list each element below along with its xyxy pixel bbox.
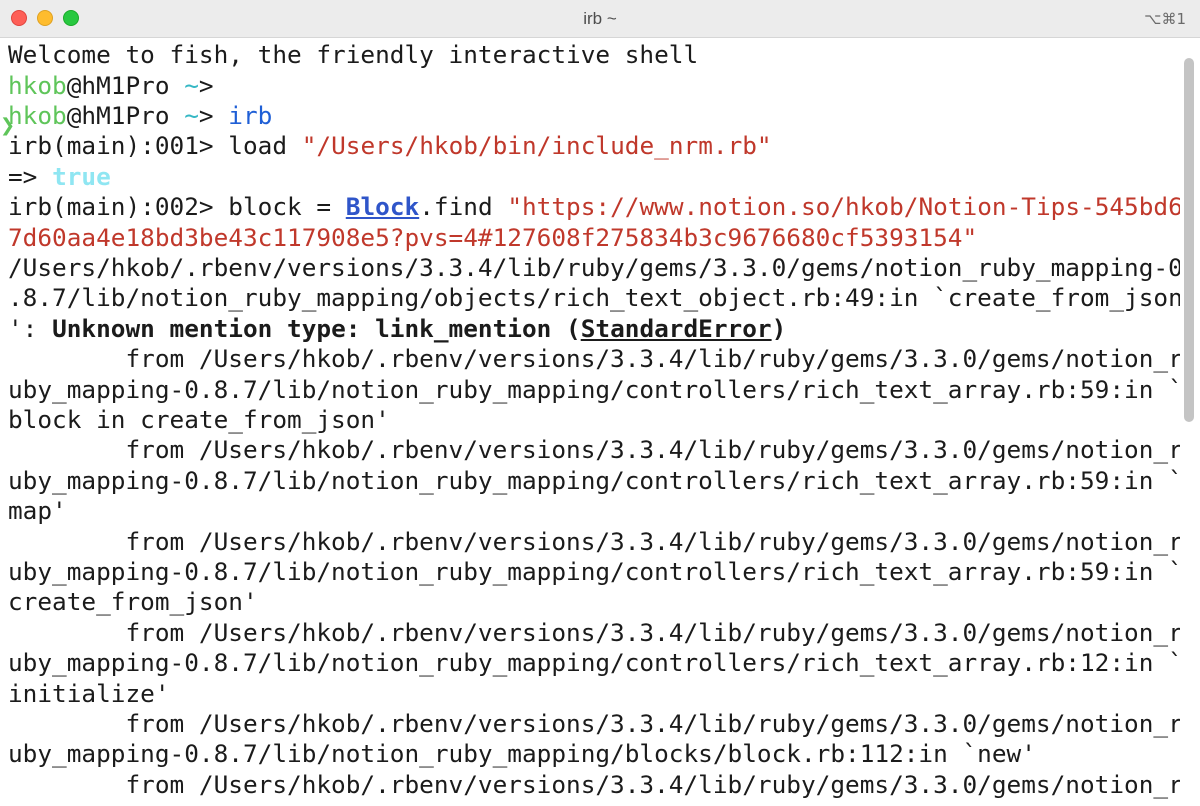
error-message-line: ': Unknown mention type: link_mention (S… [8, 314, 786, 344]
trace-line: block in create_from_json' [8, 405, 390, 434]
irb-command: irb [228, 101, 273, 130]
block-find: .find [419, 192, 508, 221]
prompt-arrow: > [198, 71, 229, 100]
prompt-cwd: ~ [184, 101, 199, 130]
block-assign: block = [228, 192, 346, 221]
trace-line: map' [8, 496, 67, 525]
trace-line: from /Users/hkob/.rbenv/versions/3.3.4/l… [8, 770, 1180, 799]
prompt-user: hkob [8, 101, 67, 130]
trace-line: create_from_json' [8, 587, 258, 616]
prompt-host: @hM1Pro [66, 101, 185, 130]
trace-line: from /Users/hkob/.rbenv/versions/3.3.4/l… [8, 344, 1180, 373]
welcome-line: Welcome to fish, the friendly interactiv… [8, 40, 699, 69]
trace-line: initialize' [8, 679, 170, 708]
irb-prompt: irb(main):001> [8, 131, 229, 160]
irb-result-line: => true [8, 162, 111, 192]
trace-line: from /Users/hkob/.rbenv/versions/3.3.4/l… [8, 618, 1180, 647]
prompt-arrow: > [198, 101, 229, 130]
error-close-paren: ) [771, 314, 787, 343]
trace-line: from /Users/hkob/.rbenv/versions/3.3.4/l… [8, 709, 1180, 738]
error-prefix: ': [8, 314, 53, 343]
error-class: StandardError [580, 314, 772, 343]
terminal-window: irb ~ ⌥⌘1 ❯ Welcome to fish, the friendl… [0, 0, 1200, 806]
prompt-cwd: ~ [184, 71, 199, 100]
url-string-part1: "https://www.notion.so/hkob/Notion-Tips-… [507, 192, 1180, 221]
vertical-scrollbar[interactable] [1184, 58, 1194, 422]
prompt-user: hkob [8, 71, 67, 100]
load-keyword: load [228, 131, 302, 160]
error-line-2: .8.7/lib/notion_ruby_mapping/objects/ric… [8, 283, 1180, 312]
block-class: Block [345, 192, 420, 221]
trace-line: uby_mapping-0.8.7/lib/notion_ruby_mappin… [8, 375, 1180, 404]
result-true: true [52, 162, 111, 191]
window-title: irb ~ [583, 9, 617, 28]
error-message: Unknown mention type: link_mention ( [52, 314, 581, 343]
url-string-part2: 7d60aa4e18bd3be43c117908e5?pvs=4#127608f… [8, 223, 978, 252]
title-bar[interactable]: irb ~ ⌥⌘1 [0, 0, 1200, 38]
prompt-host: @hM1Pro [66, 71, 185, 100]
trace-line: from /Users/hkob/.rbenv/versions/3.3.4/l… [8, 435, 1180, 464]
result-arrow: => [8, 162, 53, 191]
trace-line: uby_mapping-0.8.7/lib/notion_ruby_mappin… [8, 557, 1180, 586]
trace-line: uby_mapping-0.8.7/lib/notion_ruby_mappin… [8, 648, 1180, 677]
irb-block-line: irb(main):002> block = Block.find "https… [8, 192, 1180, 222]
load-path-string: "/Users/hkob/bin/include_nrm.rb" [301, 131, 772, 160]
prompt-line-1: hkob@hM1Pro ~> [8, 71, 228, 101]
prompt-mark-icon: ❯ [0, 115, 16, 136]
error-line-1: /Users/hkob/.rbenv/versions/3.3.4/lib/ru… [8, 253, 1180, 282]
irb-load-line: irb(main):001> load "/Users/hkob/bin/inc… [8, 131, 772, 161]
prompt-line-2: hkob@hM1Pro ~> irb [8, 101, 272, 131]
terminal-output[interactable]: ❯ Welcome to fish, the friendly interact… [0, 38, 1180, 806]
irb-prompt: irb(main):002> [8, 192, 229, 221]
trace-line: from /Users/hkob/.rbenv/versions/3.3.4/l… [8, 527, 1180, 556]
trace-line: uby_mapping-0.8.7/lib/notion_ruby_mappin… [8, 466, 1180, 495]
window-shortcut-label: ⌥⌘1 [1144, 10, 1186, 28]
trace-line: uby_mapping-0.8.7/lib/notion_ruby_mappin… [8, 739, 1036, 768]
